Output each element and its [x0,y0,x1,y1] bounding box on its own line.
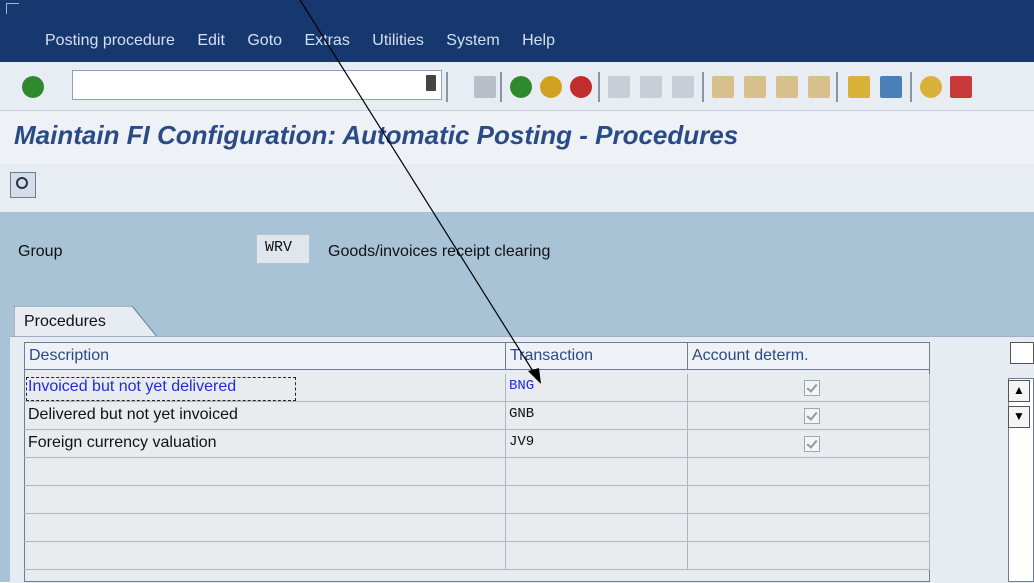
empty-row-account-determ [687,514,930,542]
toolbar-separator [836,72,838,102]
last-page-icon[interactable] [808,76,830,98]
menu-edit[interactable]: Edit [197,32,225,49]
menu-items: Posting procedure Edit Goto Extras Utili… [45,32,573,50]
toolbar-separator [598,72,600,102]
shortcut-icon[interactable] [880,76,902,98]
column-header-description[interactable]: Description [24,342,506,370]
group-code-field: WRV [256,234,310,264]
empty-row-description[interactable] [24,514,506,542]
menu-help[interactable]: Help [522,32,555,49]
system-menu-icon[interactable] [6,3,19,14]
command-field[interactable] [72,70,442,100]
row-3-transaction[interactable]: JV9 [505,430,688,458]
row-2-account-determ-checkbox [804,408,820,424]
tab-procedures-label: Procedures [24,313,106,330]
group-label: Group [18,243,63,260]
menu-bar: Posting procedure Edit Goto Extras Utili… [0,0,1034,62]
find-next-icon[interactable] [672,76,694,98]
toolbar-separator [702,72,704,102]
empty-row-account-determ [687,486,930,514]
empty-row-account-determ [687,542,930,570]
group-description: Goods/invoices receipt clearing [328,243,551,260]
empty-row-transaction[interactable] [505,486,688,514]
menu-goto[interactable]: Goto [247,32,282,49]
enter-icon[interactable] [22,76,44,98]
toolbar-separator [500,72,502,102]
column-header-account-determ[interactable]: Account determ. [687,342,930,370]
row-3-description[interactable]: Foreign currency valuation [24,430,506,458]
application-toolbar [0,164,1034,213]
focus-frame [26,377,296,401]
menu-posting-procedure[interactable]: Posting procedure [45,32,175,49]
column-header-transaction[interactable]: Transaction [505,342,688,370]
print-icon[interactable] [608,76,630,98]
empty-row-account-determ [687,458,930,486]
row-1-transaction[interactable]: BNG [505,374,688,402]
row-2-description[interactable]: Delivered but not yet invoiced [24,402,506,430]
empty-row-description[interactable] [24,486,506,514]
row-2-transaction[interactable]: GNB [505,402,688,430]
toolbar-separator [910,72,912,102]
display-icon[interactable] [10,172,36,198]
previous-page-icon[interactable] [744,76,766,98]
empty-row-transaction[interactable] [505,542,688,570]
menu-system[interactable]: System [446,32,499,49]
help-icon[interactable] [920,76,942,98]
exit-icon[interactable] [540,76,562,98]
layout-menu-icon[interactable] [950,76,972,98]
scroll-down-icon[interactable]: ▼ [1008,406,1030,428]
find-icon[interactable] [640,76,662,98]
empty-row-description[interactable] [24,458,506,486]
page-title: Maintain FI Configuration: Automatic Pos… [14,120,739,150]
toolbar-separator [446,72,448,102]
create-session-icon[interactable] [848,76,870,98]
cancel-icon[interactable] [570,76,592,98]
empty-row-description[interactable] [24,542,506,570]
save-icon[interactable] [474,76,496,98]
row-3-account-determ-checkbox [804,436,820,452]
empty-row-transaction[interactable] [505,514,688,542]
back-icon[interactable] [510,76,532,98]
first-page-icon[interactable] [712,76,734,98]
row-1-account-determ-checkbox [804,380,820,396]
next-page-icon[interactable] [776,76,798,98]
empty-row-transaction[interactable] [505,458,688,486]
menu-extras[interactable]: Extras [304,32,349,49]
menu-utilities[interactable]: Utilities [372,32,424,49]
scroll-up-icon[interactable]: ▲ [1008,380,1030,402]
column-settings-icon[interactable] [1010,342,1034,364]
command-field-menu-icon[interactable] [426,75,436,91]
